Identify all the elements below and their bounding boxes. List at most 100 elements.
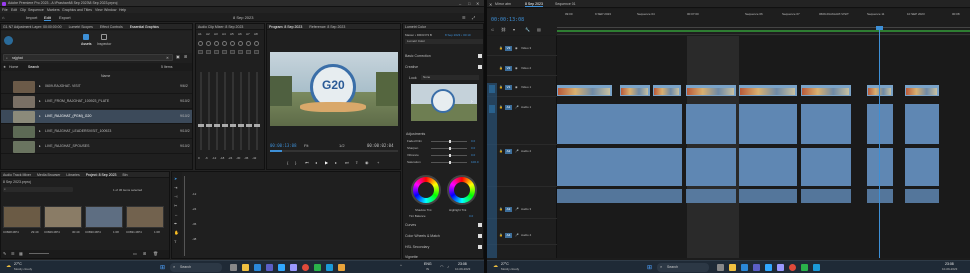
captions-icon[interactable]: ▤: [537, 27, 541, 32]
section-hsl-secondary[interactable]: HSL Secondary: [405, 245, 483, 251]
mark-out-icon[interactable]: }: [295, 160, 296, 165]
fader-track[interactable]: [200, 72, 202, 150]
weather-temp[interactable]: 27°C: [501, 262, 509, 266]
look-preview[interactable]: ‹ ›: [411, 84, 477, 121]
slider-value[interactable]: 0.0: [471, 139, 475, 143]
fader-handle[interactable]: [222, 124, 228, 127]
slider-value[interactable]: 0.0: [471, 146, 475, 150]
audio-clip[interactable]: [557, 189, 682, 203]
mic-icon[interactable]: 🎤: [515, 233, 519, 237]
taskbar-search[interactable]: ⌕ Search: [657, 263, 709, 272]
lock-icon[interactable]: 🔒: [499, 207, 503, 211]
tab-import[interactable]: Import: [26, 15, 37, 20]
ruler-marker[interactable]: Sequence 07: [782, 12, 800, 16]
clip-thumbnail[interactable]: [126, 206, 164, 228]
lift-icon[interactable]: ⇪: [355, 160, 358, 165]
slider-handle[interactable]: [449, 161, 451, 164]
section-creative[interactable]: Creative: [405, 65, 483, 71]
task-view-icon[interactable]: [717, 264, 724, 271]
chrome-icon[interactable]: [789, 264, 796, 271]
breadcrumb-home[interactable]: Home: [9, 65, 18, 69]
tab-effect-controls[interactable]: Effect Controls: [100, 25, 123, 29]
ruler-marker[interactable]: Sequence 11: [867, 12, 884, 16]
pan-knob[interactable]: [254, 41, 259, 46]
mic-icon[interactable]: 🎤: [515, 105, 519, 109]
fader-handle[interactable]: [238, 124, 244, 127]
timeline-timecode[interactable]: 00:00:13:08: [491, 17, 524, 23]
workspace-menu-icon[interactable]: ☰: [462, 15, 466, 20]
menu-view[interactable]: View: [95, 8, 103, 12]
video-clip[interactable]: [653, 85, 681, 96]
shadow-tint-wheel[interactable]: [411, 175, 441, 205]
step-back-icon[interactable]: ◂: [315, 160, 317, 165]
edge-icon[interactable]: [741, 264, 748, 271]
fader-track[interactable]: [208, 72, 210, 150]
fader-track[interactable]: [248, 72, 250, 150]
clear-search-icon[interactable]: ✕: [166, 56, 169, 60]
audio-clip[interactable]: [867, 189, 893, 203]
slider-handle[interactable]: [449, 140, 451, 143]
audio-clip[interactable]: [905, 104, 939, 144]
clear-icon[interactable]: 🗑: [153, 251, 158, 256]
asset-row[interactable]: ▸ LIVE_RAJGHAT_LEADERSVISIT_100923 9/10/…: [1, 125, 192, 139]
ruler-marker[interactable]: 00:07:00: [687, 12, 699, 16]
next-look-icon[interactable]: ›: [471, 99, 473, 105]
section-curves[interactable]: Curves: [405, 223, 483, 229]
add-marker-icon[interactable]: ▾: [513, 27, 515, 32]
timeline-ruler[interactable]: 09:00 9 SEP 2023 Sequence 04 00:07:00 Sequen…: [557, 9, 970, 35]
menu-file[interactable]: File: [2, 8, 8, 12]
fader-track[interactable]: [224, 72, 226, 150]
edge-icon[interactable]: [254, 264, 261, 271]
pan-knob[interactable]: [222, 41, 227, 46]
tab-media-browser[interactable]: Media Browser: [37, 173, 60, 177]
tab-bin[interactable]: Bin: [122, 173, 127, 177]
tab-sequence-01[interactable]: Sequence 01: [555, 2, 576, 6]
inspector-icon[interactable]: [101, 34, 107, 40]
app-icon[interactable]: [801, 264, 808, 271]
tab-project[interactable]: Project: 8 Sep 2023: [86, 173, 117, 177]
fader-track[interactable]: [216, 72, 218, 150]
fader-handle[interactable]: [214, 124, 220, 127]
photoshop-icon[interactable]: [765, 264, 772, 271]
audio-clip[interactable]: [801, 104, 851, 144]
menu-sequence[interactable]: Sequence: [28, 8, 44, 12]
clip-thumbnail[interactable]: [3, 206, 41, 228]
mute-solo-button[interactable]: [238, 50, 243, 54]
type-tool-icon[interactable]: T: [174, 239, 176, 244]
mute-solo-button[interactable]: [254, 50, 259, 54]
ruler-marker[interactable]: 09:00: [565, 12, 573, 16]
assets-tab[interactable]: Assets: [81, 42, 92, 46]
photoshop-icon[interactable]: [278, 264, 285, 271]
file-explorer-icon[interactable]: [242, 264, 249, 271]
taskbar-search[interactable]: ⌕ Search: [170, 263, 222, 272]
menu-window[interactable]: Window: [104, 8, 116, 12]
lumetri-master[interactable]: Master • DR03 P3 B: [405, 33, 432, 37]
section-enable-checkbox[interactable]: [478, 245, 482, 249]
pan-knob[interactable]: [206, 41, 211, 46]
playhead-handle[interactable]: [876, 26, 883, 30]
add-button-icon[interactable]: +: [377, 160, 379, 165]
highlight-tint-wheel[interactable]: [447, 175, 477, 205]
clock-time[interactable]: 23:08: [945, 262, 954, 266]
section-vignette[interactable]: Vignette: [405, 255, 483, 259]
track-header[interactable]: [487, 103, 557, 145]
asset-row[interactable]: ▸ LIVE_RAJGHAT_SPOUSES 9/10/2: [1, 140, 192, 154]
fader-handle[interactable]: [198, 124, 204, 127]
tint-balance-value[interactable]: 0.0: [469, 214, 473, 218]
audio-clip[interactable]: [557, 148, 682, 186]
clock-time[interactable]: 23:08: [458, 262, 467, 266]
weather-icon[interactable]: ☁: [493, 263, 498, 269]
mic-icon[interactable]: 🎤: [515, 207, 519, 211]
breadcrumb-search[interactable]: Search: [28, 65, 39, 69]
teams-icon[interactable]: [753, 264, 760, 271]
weather-text[interactable]: Mostly cloudy: [14, 267, 32, 271]
lumetri-preset-select[interactable]: Lumetri Color: [405, 39, 483, 44]
step-forward-icon[interactable]: ▸: [335, 160, 337, 165]
tab-essential-graphics[interactable]: Essential Graphics: [130, 25, 159, 29]
playhead-line[interactable]: [879, 28, 880, 258]
icon-view-icon[interactable]: ▦: [19, 251, 23, 256]
file-explorer-icon[interactable]: [729, 264, 736, 271]
app-icon[interactable]: [326, 264, 333, 271]
go-to-in-icon[interactable]: ⏮: [305, 160, 309, 165]
clock-date[interactable]: 10-09-2023: [455, 267, 470, 271]
